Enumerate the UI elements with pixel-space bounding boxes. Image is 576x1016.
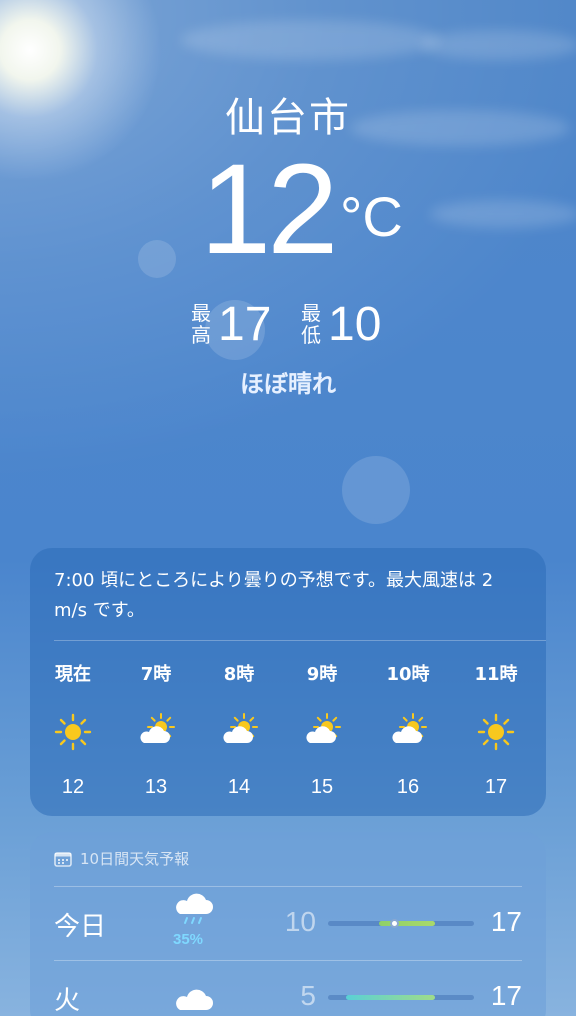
low-temperature: 10 (328, 298, 382, 351)
partly-cloudy-icon (219, 712, 259, 752)
day-high-temperature: 17 (490, 980, 522, 1011)
temperature-unit: °C (340, 185, 403, 248)
hour-temperature: 14 (227, 776, 251, 798)
partly-cloudy-icon (302, 712, 342, 752)
temperature-range-bar (328, 919, 474, 928)
day-low-temperature: 5 (300, 980, 316, 1011)
temperature-range-fill (345, 995, 435, 1000)
current-conditions: 仙台市 12 °C (0, 92, 576, 274)
temperature-range-bar (328, 995, 474, 1000)
hour-label: 7時 (140, 664, 172, 685)
current-temperature-marker (389, 919, 399, 928)
city-name: 仙台市 (225, 95, 351, 141)
day-low-temperature: 10 (284, 906, 316, 937)
cloud-icon (172, 982, 216, 1016)
hour-label: 現在 (55, 664, 91, 685)
day-name: 火 (54, 986, 81, 1016)
sun-icon (53, 712, 93, 752)
day-high-temperature: 17 (490, 906, 522, 937)
hour-temperature: 13 (144, 776, 168, 798)
hourly-forecast-card[interactable]: 7:00 頃にところにより曇りの予想です。最大風速は 2 m/s です。 現在 1… (30, 548, 546, 816)
forecast-row[interactable]: 今日 35% 10 17 (30, 886, 546, 960)
high-low: 最高 17 最低 10 (0, 300, 576, 350)
hour-label: 8時 (223, 664, 255, 685)
hour-temperature: 12 (61, 776, 85, 798)
current-temperature: 12 (200, 138, 338, 281)
cloud-streak (180, 20, 440, 60)
forecast-title: 10日間天気予報 (80, 850, 190, 868)
hour-temperature: 17 (484, 776, 508, 798)
hour-label: 9時 (306, 664, 338, 685)
day-name: 今日 (54, 912, 107, 942)
ten-day-forecast-card[interactable]: 10日間天気予報 今日 35% 10 17 火 5 17 (30, 832, 546, 1016)
high-label: 最高 (191, 301, 211, 347)
hour-label: 11時 (474, 664, 518, 685)
temperature-row: 12 °C (0, 146, 576, 274)
hour-temperature: 16 (396, 776, 420, 798)
high-temperature: 17 (218, 298, 272, 351)
forecast-row[interactable]: 火 5 17 (30, 960, 546, 1016)
calendar-icon (54, 851, 72, 867)
hour-temperature: 15 (310, 776, 334, 798)
partly-cloudy-icon (136, 712, 176, 752)
forecast-header: 10日間天気予報 (54, 848, 189, 869)
rain-cloud-icon (172, 892, 216, 928)
low-label: 最低 (301, 301, 321, 347)
hour-label: 10時 (386, 664, 430, 685)
partly-cloudy-icon (388, 712, 428, 752)
hourly-summary: 7:00 頃にところにより曇りの予想です。最大風速は 2 m/s です。 (54, 570, 494, 621)
divider (54, 640, 546, 641)
temperature-range-fill (379, 921, 435, 926)
sun-icon (476, 712, 516, 752)
lens-flare (342, 456, 410, 524)
cloud-streak (420, 30, 576, 60)
precipitation-chance: 35% (173, 931, 204, 948)
condition-text: ほぼ晴れ (240, 370, 336, 398)
